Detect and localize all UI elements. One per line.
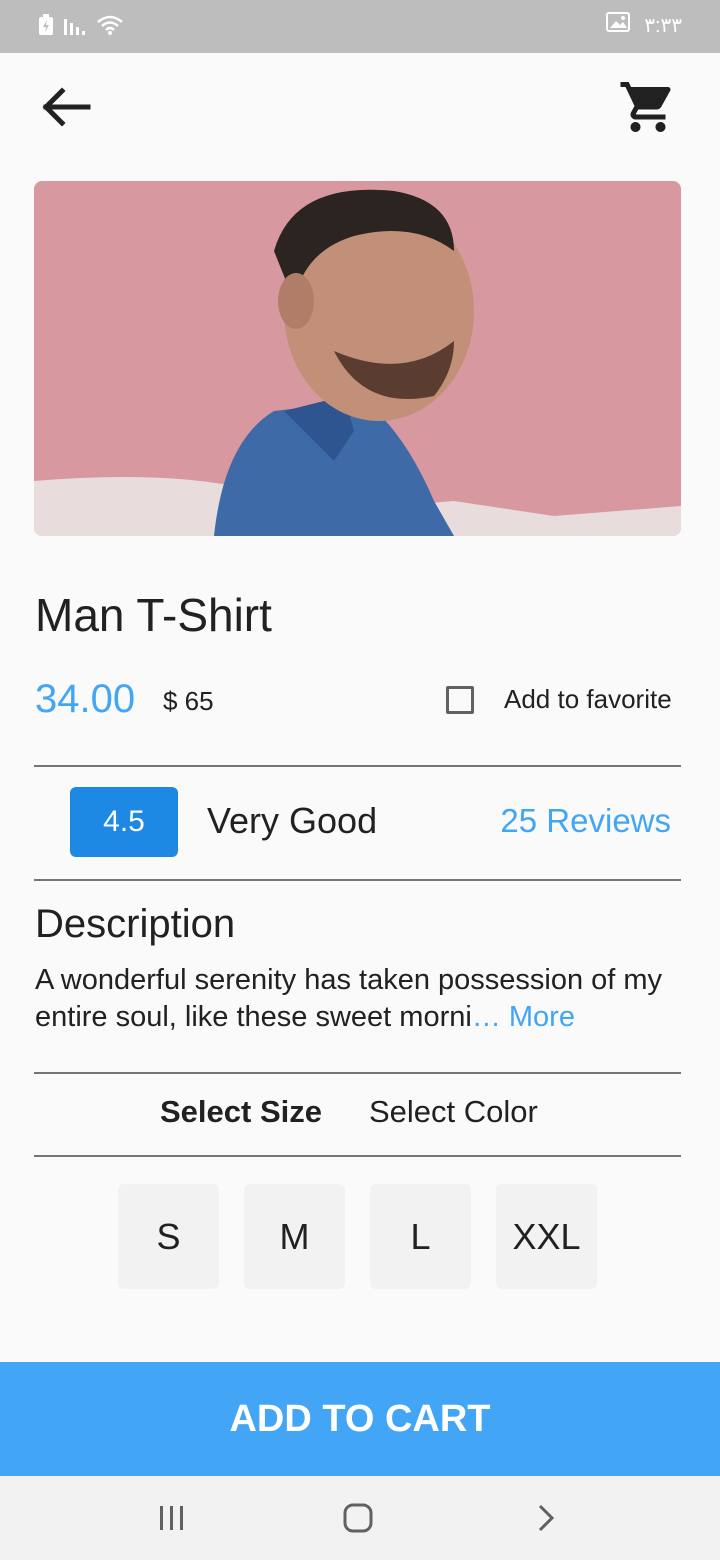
rating-badge: 4.5 (70, 787, 178, 857)
product-price: 34.00 (35, 677, 136, 721)
recent-apps-icon (160, 1506, 183, 1530)
app-bar (0, 53, 720, 163)
size-options: S M L XXL (118, 1184, 597, 1289)
divider (34, 1155, 681, 1157)
system-nav-bar (0, 1476, 720, 1560)
home-button[interactable] (338, 1498, 378, 1538)
status-bar: ٣:٣٣ (0, 0, 720, 53)
tab-select-color[interactable]: Select Color (369, 1094, 538, 1130)
status-left-icons (38, 14, 124, 41)
product-title: Man T-Shirt (35, 589, 272, 641)
product-old-price: $ 65 (163, 686, 214, 716)
shopping-cart-icon (620, 82, 671, 132)
cart-button[interactable] (616, 77, 680, 137)
favorite-checkbox[interactable] (446, 685, 474, 714)
description-title: Description (35, 902, 236, 946)
back-nav-button[interactable] (526, 1498, 566, 1538)
arrow-left-icon (42, 87, 91, 127)
divider (34, 765, 681, 767)
description-ellipsis: … (471, 1001, 501, 1033)
battery-charging-icon (38, 14, 54, 41)
divider (34, 879, 681, 881)
rating-value: 4.5 (103, 805, 145, 838)
description-text: A wonderful serenity has taken possessio… (35, 962, 675, 1036)
recent-apps-button[interactable] (152, 1498, 192, 1538)
tab-select-size[interactable]: Select Size (160, 1094, 322, 1130)
image-notification-icon (606, 12, 631, 38)
size-option-m[interactable]: M (244, 1184, 345, 1289)
size-option-xxl[interactable]: XXL (496, 1184, 597, 1289)
signal-bars-icon (64, 15, 86, 40)
size-option-l[interactable]: L (370, 1184, 471, 1289)
favorite-label: Add to favorite (504, 684, 672, 714)
back-button[interactable] (36, 83, 94, 131)
favorite-toggle[interactable]: Add to favorite (446, 684, 672, 715)
wifi-icon (96, 14, 124, 41)
size-option-s[interactable]: S (118, 1184, 219, 1289)
status-time: ٣:٣٣ (644, 14, 682, 37)
reviews-link[interactable]: 25 Reviews (500, 802, 671, 840)
product-image (34, 181, 681, 536)
divider (34, 1072, 681, 1074)
more-link[interactable]: More (501, 1001, 575, 1033)
status-right: ٣:٣٣ (606, 12, 682, 38)
rating-text: Very Good (207, 800, 378, 841)
home-icon (343, 1503, 373, 1533)
add-to-cart-button[interactable]: ADD TO CART (0, 1362, 720, 1476)
back-chevron-icon (538, 1504, 555, 1532)
